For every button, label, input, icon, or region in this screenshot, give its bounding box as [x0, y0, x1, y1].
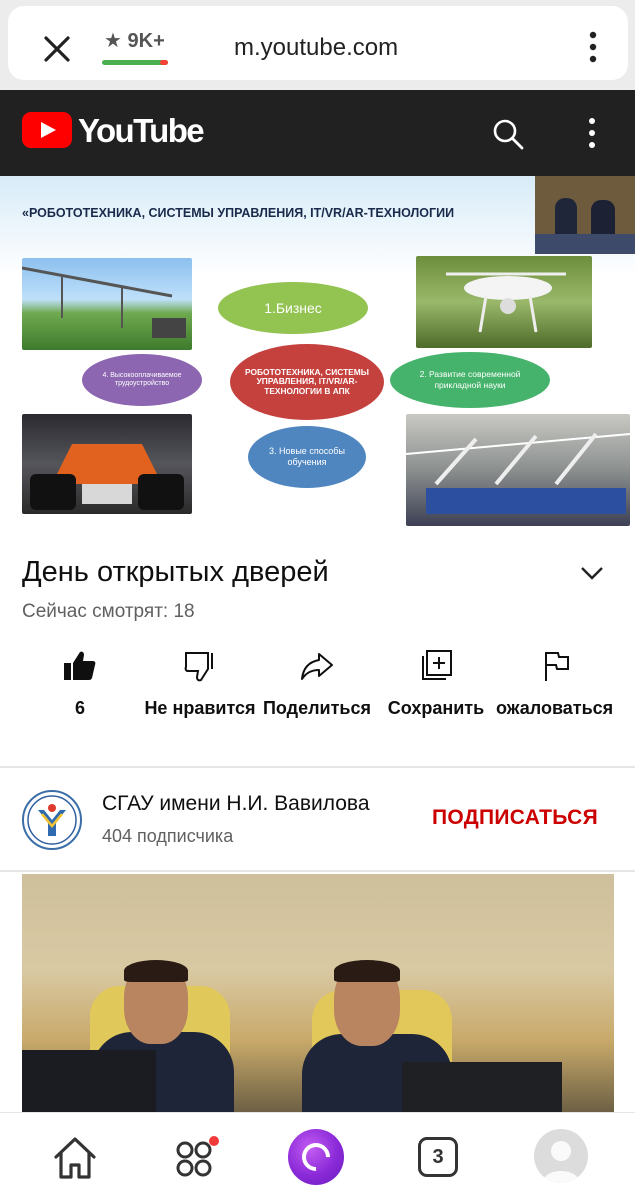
- diagram-business: 1.Бизнес: [218, 282, 368, 334]
- save-label: Сохранить: [387, 698, 485, 718]
- rating-bar: [102, 60, 168, 65]
- next-video-thumbnail[interactable]: [22, 874, 614, 1112]
- diagram-education: 3. Новые способы обучения: [248, 426, 366, 488]
- close-icon[interactable]: [42, 34, 72, 64]
- more-options-icon[interactable]: [586, 116, 598, 150]
- drone-photo: [416, 256, 592, 348]
- profile-avatar[interactable]: [534, 1129, 588, 1183]
- report-button[interactable]: ожаловаться: [494, 648, 635, 720]
- thumbs-up-icon: [64, 651, 96, 680]
- tabs-count: 3: [418, 1137, 458, 1177]
- services-grid-icon[interactable]: [172, 1133, 222, 1183]
- share-button[interactable]: Поделиться: [254, 648, 380, 720]
- speakers-inset: [535, 176, 635, 254]
- channel-name[interactable]: СГАУ имени Н.И. Вавилова: [102, 792, 370, 816]
- report-label: ожаловаться: [496, 698, 614, 718]
- subscriber-count: 404 подписчика: [102, 826, 234, 846]
- tabs-button[interactable]: 3: [414, 1133, 464, 1183]
- alice-assistant-icon[interactable]: [288, 1129, 344, 1185]
- diagram-employment: 4. Высокооплачиваемое трудоустройство: [82, 354, 202, 406]
- browser-toolbar: ★ 9K+ m.youtube.com: [0, 0, 635, 90]
- youtube-logo-icon[interactable]: [22, 112, 72, 148]
- share-icon: [301, 653, 333, 680]
- thumbs-down-icon: [184, 652, 213, 682]
- youtube-wordmark[interactable]: YouTube: [78, 112, 205, 150]
- site-rating[interactable]: ★ 9K+: [104, 28, 165, 53]
- like-count: 6: [74, 698, 85, 718]
- live-viewers: Сейчас смотрят: 18: [22, 601, 195, 622]
- url-text[interactable]: m.youtube.com: [234, 34, 398, 62]
- diagram-science: 2. Развитие современной прикладной науки: [390, 352, 550, 408]
- dislike-label: Не нравится: [144, 698, 256, 718]
- divider: [0, 766, 635, 768]
- divider: [0, 870, 635, 872]
- flag-icon: [545, 652, 569, 681]
- youtube-header: YouTube: [0, 90, 635, 176]
- video-title[interactable]: День открытых дверей: [22, 556, 329, 589]
- address-bar[interactable]: ★ 9K+ m.youtube.com: [8, 6, 628, 80]
- slide-title: «РОБОТОТЕХНИКА, СИСТЕМЫ УПРАВЛЕНИЯ, IT/V…: [22, 206, 455, 220]
- robot-tractor-photo: [22, 414, 192, 514]
- dislike-button[interactable]: Не нравится: [140, 648, 260, 720]
- like-button[interactable]: 6: [46, 648, 114, 720]
- irrigation-photo: [21, 258, 192, 350]
- search-icon[interactable]: [490, 116, 526, 152]
- diagram-center: РОБОТОТЕХНИКА, СИСТЕМЫ УПРАВЛЕНИЯ, IT/VR…: [230, 344, 384, 420]
- home-icon[interactable]: [50, 1133, 100, 1183]
- save-button[interactable]: Сохранить: [380, 648, 492, 720]
- add-to-playlist-icon: [422, 650, 452, 680]
- rating-value: 9K+: [127, 30, 165, 52]
- livestock-farm-photo: [405, 414, 631, 526]
- subscribe-button[interactable]: ПОДПИСАТЬСЯ: [432, 806, 598, 830]
- star-icon: ★: [104, 30, 122, 52]
- chevron-down-icon[interactable]: [578, 562, 606, 584]
- share-label: Поделиться: [262, 698, 372, 718]
- channel-avatar[interactable]: [22, 790, 82, 850]
- video-player[interactable]: «РОБОТОТЕХНИКА, СИСТЕМЫ УПРАВЛЕНИЯ, IT/V…: [0, 176, 635, 530]
- bottom-navigation: 3: [0, 1112, 635, 1200]
- browser-menu-icon[interactable]: [586, 30, 600, 64]
